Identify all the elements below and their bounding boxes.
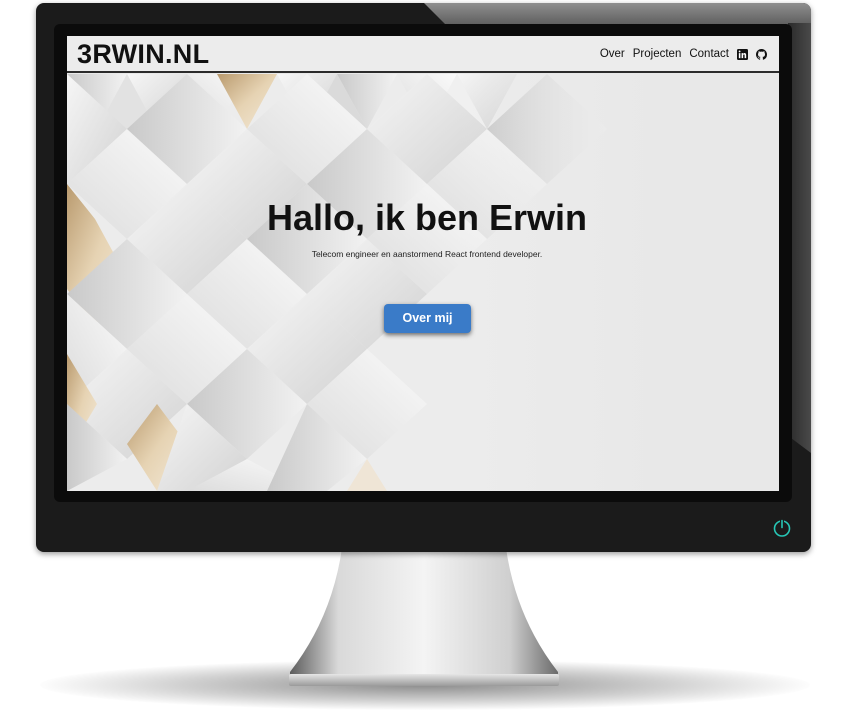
nav-link-projecten[interactable]: Projecten: [633, 47, 682, 61]
nav-link-over[interactable]: Over: [600, 47, 625, 61]
nav-links: Over Projecten Contact: [600, 47, 767, 61]
hero-background-pattern: [67, 74, 779, 491]
navbar: 3RWIN.NL Over Projecten Contact: [67, 36, 779, 73]
site-logo[interactable]: 3RWIN.NL: [77, 39, 209, 69]
hero-subtitle: Telecom engineer en aanstormend React fr…: [311, 249, 543, 259]
monitor-stand-base: [289, 674, 559, 686]
hero-title: Hallo, ik ben Erwin: [266, 197, 588, 238]
over-mij-button[interactable]: Over mij: [384, 304, 471, 333]
website-screen: 3RWIN.NL Over Projecten Contact Hallo, i…: [67, 36, 779, 491]
linkedin-icon[interactable]: [737, 48, 748, 60]
mockup-stage: 3RWIN.NL Over Projecten Contact Hallo, i…: [0, 0, 847, 720]
power-icon[interactable]: [772, 518, 792, 538]
github-icon[interactable]: [756, 48, 767, 60]
nav-link-contact[interactable]: Contact: [689, 47, 729, 61]
monitor-stand: [290, 548, 558, 680]
monitor-gloss: [424, 3, 811, 25]
